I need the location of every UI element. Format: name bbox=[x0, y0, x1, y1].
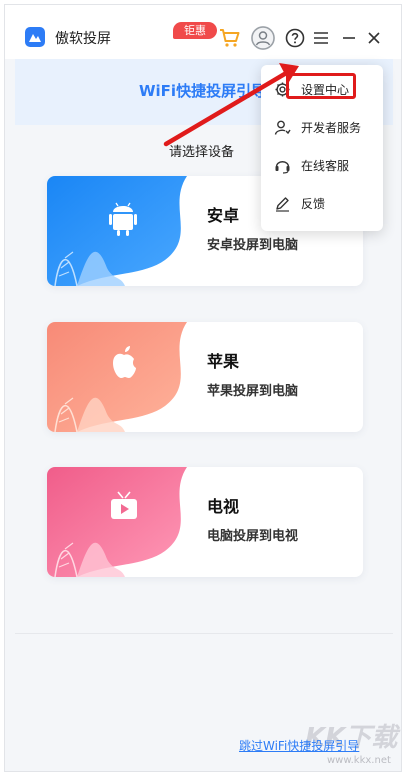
menu-item-label: 反馈 bbox=[301, 196, 326, 211]
settings-highlight-box bbox=[286, 73, 356, 99]
pencil-icon bbox=[273, 194, 291, 212]
menu-item-online-service[interactable]: 在线客服 bbox=[261, 147, 383, 183]
headset-icon bbox=[273, 156, 291, 174]
watermark-url: www.kkx.net bbox=[327, 755, 391, 766]
developer-icon bbox=[273, 118, 291, 136]
banner-title: WiFi快捷投屏引导 bbox=[139, 82, 267, 100]
apple-card-subtitle: 苹果投屏到电脑 bbox=[207, 384, 299, 399]
promo-badge[interactable]: 钜惠 bbox=[173, 22, 217, 39]
tv-device-card[interactable]: 电视 电脑投屏到电视 bbox=[47, 467, 363, 577]
menu-item-label: 开发者服务 bbox=[301, 120, 362, 135]
bottom-divider bbox=[15, 633, 393, 634]
close-icon[interactable] bbox=[363, 27, 385, 49]
app-window: 傲软投屏 钜惠 WiFi快捷投屏引导 请选择设备 安卓 安卓投屏到电脑 苹果 苹… bbox=[4, 4, 402, 772]
tv-card-art bbox=[47, 467, 187, 577]
apple-card-title: 苹果 bbox=[207, 352, 240, 371]
menu-item-label: 在线客服 bbox=[301, 158, 350, 173]
apple-device-card[interactable]: 苹果 苹果投屏到电脑 bbox=[47, 322, 363, 432]
title-bar: 傲软投屏 钜惠 bbox=[5, 5, 401, 59]
android-card-art bbox=[47, 176, 187, 286]
tv-card-subtitle: 电脑投屏到电视 bbox=[207, 529, 299, 544]
user-avatar-icon[interactable] bbox=[251, 26, 275, 50]
android-card-title: 安卓 bbox=[207, 206, 240, 225]
menu-item-feedback[interactable]: 反馈 bbox=[261, 185, 383, 221]
app-logo-icon bbox=[25, 27, 45, 47]
tv-card-title: 电视 bbox=[207, 497, 240, 516]
help-icon[interactable] bbox=[284, 27, 306, 49]
select-device-label: 请选择设备 bbox=[169, 145, 235, 160]
app-title: 傲软投屏 bbox=[55, 31, 111, 47]
menu-icon[interactable] bbox=[310, 27, 332, 49]
menu-item-developer[interactable]: 开发者服务 bbox=[261, 109, 383, 145]
minimize-icon[interactable] bbox=[338, 27, 360, 49]
android-card-subtitle: 安卓投屏到电脑 bbox=[207, 238, 299, 253]
skip-guide-link[interactable]: 跳过WiFi快捷投屏引导 bbox=[239, 737, 359, 754]
apple-card-art bbox=[47, 322, 187, 432]
cart-icon[interactable] bbox=[219, 27, 241, 49]
